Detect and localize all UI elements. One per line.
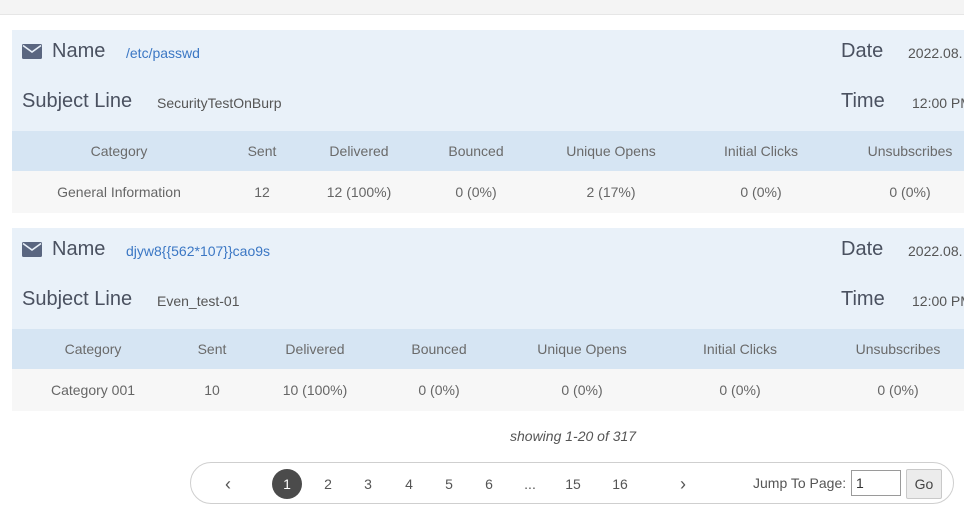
column-header-unsubscribes: Unsubscribes: [855, 341, 941, 357]
page-button-6[interactable]: 6: [485, 470, 493, 498]
column-header-unsubscribes: Unsubscribes: [867, 143, 953, 159]
page-button-16[interactable]: 16: [612, 470, 628, 498]
campaign-name-link[interactable]: /etc/passwd: [126, 45, 200, 61]
cell-category: Category 001: [50, 382, 136, 398]
page-button-5[interactable]: 5: [445, 470, 453, 498]
next-page-button[interactable]: ›: [680, 470, 686, 498]
name-label: Name: [52, 238, 106, 260]
subject-label: Subject Line: [22, 288, 133, 310]
cell-unsubscribes: 0 (0%): [889, 184, 931, 200]
column-header-category: Category: [90, 143, 148, 159]
cell-sent: 10: [204, 382, 220, 398]
column-header-delivered: Delivered: [329, 143, 389, 159]
stats-table-header: Category Sent Delivered Bounced Unique O…: [12, 131, 964, 171]
mail-icon: [22, 242, 42, 257]
results-count: showing 1-20 of 317: [510, 428, 637, 444]
top-strip: [0, 0, 964, 15]
campaign-date: 2022.08.: [908, 45, 963, 61]
page-ellipsis: ...: [524, 476, 536, 492]
campaign-subject: Even_test-01: [157, 293, 240, 309]
column-header-sent: Sent: [247, 143, 277, 159]
column-header-bounced: Bounced: [448, 143, 504, 159]
column-header-unique-opens: Unique Opens: [537, 341, 627, 357]
column-header-initial-clicks: Initial Clicks: [724, 143, 798, 159]
jump-to-page-label: Jump To Page:: [753, 475, 847, 491]
stats-table-header: Category Sent Delivered Bounced Unique O…: [12, 329, 964, 369]
cell-initial-clicks: 0 (0%): [740, 184, 782, 200]
column-header-initial-clicks: Initial Clicks: [703, 341, 777, 357]
campaign-card: Name /etc/passwd Date 2022.08. Subject L…: [12, 30, 964, 213]
time-label: Time: [841, 90, 885, 112]
campaign-header: Name /etc/passwd Date 2022.08. Subject L…: [12, 30, 964, 131]
go-button[interactable]: Go: [906, 469, 942, 499]
campaign-name-link[interactable]: djyw8{{562*107}}cao9s: [126, 243, 270, 259]
cell-bounced: 0 (0%): [455, 184, 497, 200]
campaign-time: 12:00 PM: [912, 293, 964, 309]
subject-label: Subject Line: [22, 90, 133, 112]
table-row: General Information 12 12 (100%) 0 (0%) …: [12, 171, 964, 213]
column-header-bounced: Bounced: [411, 341, 467, 357]
prev-page-button[interactable]: ‹: [225, 470, 231, 498]
column-header-category: Category: [64, 341, 122, 357]
page-button-4[interactable]: 4: [405, 470, 413, 498]
page-button-2[interactable]: 2: [324, 470, 332, 498]
page-button-1[interactable]: 1: [272, 469, 302, 499]
column-header-unique-opens: Unique Opens: [566, 143, 656, 159]
cell-unsubscribes: 0 (0%): [877, 382, 919, 398]
cell-unique-opens: 2 (17%): [586, 184, 636, 200]
date-label: Date: [841, 40, 884, 62]
campaign-header: Name djyw8{{562*107}}cao9s Date 2022.08.…: [12, 228, 964, 329]
pagination: ‹ 1 2 3 4 5 6 ... 15 16 › Jump To Page: …: [190, 462, 954, 504]
column-header-delivered: Delivered: [285, 341, 345, 357]
campaign-time: 12:00 PM: [912, 95, 964, 111]
campaign-subject: SecurityTestOnBurp: [157, 95, 282, 111]
cell-bounced: 0 (0%): [418, 382, 460, 398]
cell-delivered: 10 (100%): [282, 382, 348, 398]
jump-to-page-input[interactable]: [851, 470, 901, 496]
mail-icon: [22, 44, 42, 59]
cell-initial-clicks: 0 (0%): [719, 382, 761, 398]
cell-category: General Information: [57, 184, 181, 200]
date-label: Date: [841, 238, 884, 260]
campaign-card: Name djyw8{{562*107}}cao9s Date 2022.08.…: [12, 228, 964, 411]
page-button-3[interactable]: 3: [364, 470, 372, 498]
cell-unique-opens: 0 (0%): [561, 382, 603, 398]
table-row: Category 001 10 10 (100%) 0 (0%) 0 (0%) …: [12, 369, 964, 411]
cell-delivered: 12 (100%): [326, 184, 392, 200]
page-button-15[interactable]: 15: [565, 470, 581, 498]
name-label: Name: [52, 40, 106, 62]
campaign-date: 2022.08.: [908, 243, 963, 259]
column-header-sent: Sent: [197, 341, 227, 357]
time-label: Time: [841, 288, 885, 310]
cell-sent: 12: [254, 184, 270, 200]
